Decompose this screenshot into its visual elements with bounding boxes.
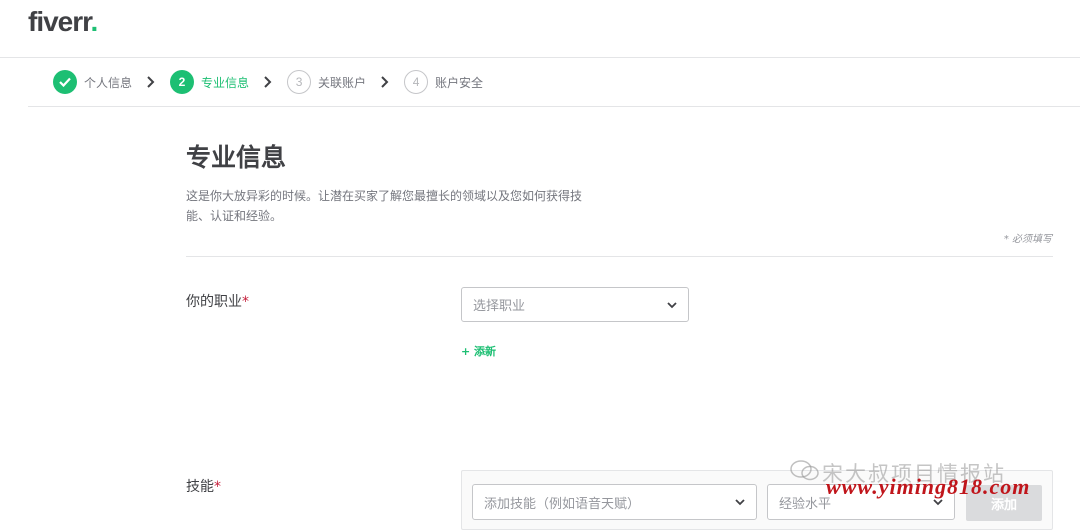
step-label: 个人信息 — [84, 75, 133, 90]
step-professional-info[interactable]: 2 专业信息 — [170, 70, 249, 94]
skill-select-placeholder: 添加技能（例如语音天赋） — [484, 496, 641, 512]
skills-label: 技能* — [186, 476, 221, 496]
step-label: 专业信息 — [201, 75, 250, 90]
header-divider — [0, 57, 1080, 58]
step-label: 关联账户 — [318, 75, 367, 90]
step-linked-accounts[interactable]: 3 关联账户 — [287, 70, 366, 94]
chevron-right-icon — [147, 76, 155, 88]
step-label: 账户安全 — [435, 75, 484, 90]
step-personal-info[interactable]: 个人信息 — [53, 70, 132, 94]
required-star: * — [214, 479, 221, 495]
step-completed-circle — [53, 70, 77, 94]
section-divider — [186, 256, 1053, 257]
chevron-down-icon — [735, 499, 745, 506]
skill-select[interactable]: 添加技能（例如语音天赋） — [472, 484, 757, 520]
logo-text: fiverr — [28, 6, 91, 37]
progress-steps: 个人信息 2 专业信息 3 关联账户 4 账户安全 — [53, 69, 483, 95]
check-icon — [59, 77, 71, 87]
logo-dot: . — [90, 6, 99, 37]
page-title: 专业信息 — [186, 143, 287, 172]
step-number: 3 — [287, 70, 312, 94]
chevron-right-icon — [381, 76, 389, 88]
chevron-right-icon — [264, 76, 272, 88]
occupation-label-text: 你的职业 — [186, 294, 242, 310]
step-number: 2 — [170, 70, 195, 94]
watermark-url: www.yiming818.com — [826, 474, 1031, 499]
steps-divider — [28, 106, 1080, 107]
page-description: 这是你大放异彩的时候。让潜在买家了解您最擅长的领域以及您如何获得技能、认证和经验… — [186, 189, 583, 223]
skills-label-text: 技能 — [186, 479, 214, 495]
chevron-down-icon — [667, 301, 677, 308]
required-note: * 必须填写 — [1003, 234, 1052, 245]
step-number: 4 — [404, 70, 429, 94]
add-occupation-link[interactable]: + 添新 — [461, 343, 496, 359]
experience-level-placeholder: 经验水平 — [779, 496, 832, 512]
wechat-icon — [790, 460, 819, 481]
fiverr-logo[interactable]: fiverr. — [28, 6, 99, 38]
step-account-security[interactable]: 4 账户安全 — [404, 70, 483, 94]
occupation-select[interactable]: 选择职业 — [461, 287, 689, 322]
required-star: * — [242, 294, 249, 310]
occupation-select-placeholder: 选择职业 — [473, 299, 526, 314]
occupation-label: 你的职业* — [186, 291, 249, 311]
